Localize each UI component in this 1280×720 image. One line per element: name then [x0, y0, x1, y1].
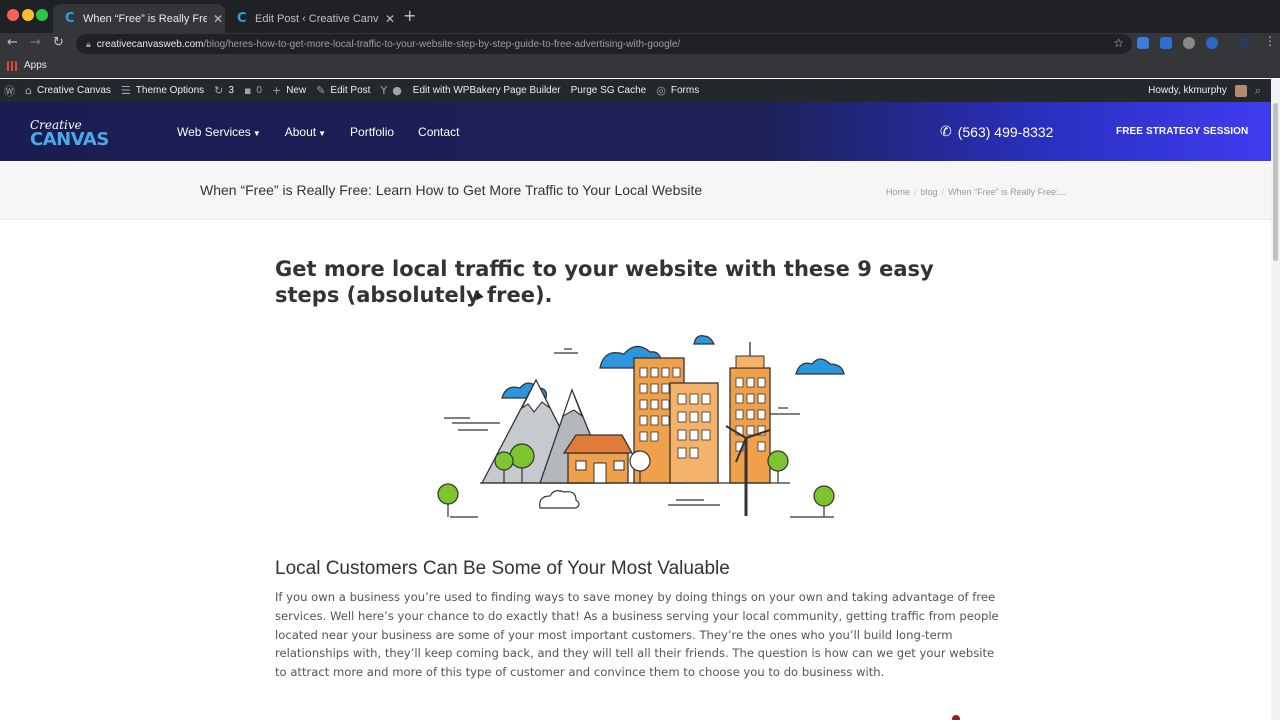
wordpress-logo[interactable]: Ⓦ: [0, 83, 20, 99]
minimize-window-button[interactable]: [22, 9, 34, 21]
updates-icon: ↻: [214, 84, 224, 97]
wp-admin-bar: Ⓦ ⌂ Creative Canvas ☰ Theme Options ↻ 3 …: [0, 79, 1271, 102]
article-heading: Get more local traffic to your website w…: [275, 257, 934, 307]
admin-forms[interactable]: ◎ Forms: [651, 84, 704, 97]
admin-site-name[interactable]: ⌂ Creative Canvas: [20, 84, 116, 97]
seo-status-dot-icon: ●: [392, 84, 402, 97]
admin-theme-options[interactable]: ☰ Theme Options: [116, 84, 209, 97]
forward-arrow-icon[interactable]: →: [30, 35, 41, 50]
close-tab-icon[interactable]: ✕: [385, 12, 395, 26]
page-title: When “Free” is Really Free: Learn How to…: [200, 182, 703, 198]
nav-about[interactable]: About ▼: [285, 125, 326, 139]
site-logo[interactable]: Creative CANVAS: [30, 119, 109, 149]
scrollbar-thumb[interactable]: [1273, 103, 1278, 261]
updates-count: 3: [228, 85, 234, 96]
new-label: New: [286, 85, 307, 96]
theme-options-label: Theme Options: [135, 85, 205, 96]
page-title-bar: When “Free” is Really Free: Learn How to…: [0, 161, 1271, 220]
apps-label: Apps: [24, 60, 47, 71]
maximize-window-button[interactable]: [36, 9, 48, 21]
forms-label: Forms: [670, 85, 700, 96]
section-heading: Local Customers Can Be Some of Your Most…: [275, 558, 730, 579]
admin-comments[interactable]: ▪ 0: [239, 84, 267, 97]
dashboard-icon: ⌂: [25, 84, 32, 97]
admin-yoast[interactable]: Y ●: [375, 84, 406, 97]
nav-portfolio[interactable]: Portfolio: [350, 125, 394, 139]
admin-updates[interactable]: ↻ 3: [209, 84, 239, 97]
site-name-label: Creative Canvas: [36, 85, 111, 96]
phone-icon: ✆: [940, 124, 952, 140]
creative-canvas-favicon-icon: C: [237, 11, 247, 26]
nav-label: Portfolio: [350, 125, 395, 139]
nav-contact[interactable]: Contact: [418, 125, 459, 139]
url-path: /blog/heres-how-to-get-more-local-traffi…: [203, 38, 681, 50]
body-paragraph: If you own a business you’re used to fin…: [275, 590, 999, 680]
nav-label: Contact: [418, 125, 460, 139]
yoast-icon: Y: [380, 84, 388, 97]
admin-new[interactable]: + New: [267, 84, 311, 97]
admin-purge-cache[interactable]: Purge SG Cache: [566, 85, 652, 96]
browser-tab-article[interactable]: C When “Free” is Really Free: Learn ✕: [53, 4, 225, 33]
browser-tab-edit-post[interactable]: C Edit Post ‹ Creative Canvas — W ✕: [225, 4, 397, 33]
city-illustration: [437, 335, 845, 518]
browser-toolbar: ← → ↻ 🔒︎ creativecanvasweb.com /blog/her…: [0, 33, 1280, 55]
floating-indicator-icon: [952, 715, 960, 720]
page-scrollbar[interactable]: [1271, 79, 1280, 720]
close-tab-icon[interactable]: ✕: [213, 12, 223, 26]
url-domain: creativecanvasweb.com: [96, 38, 204, 50]
plus-icon: +: [271, 84, 282, 97]
profile-avatar-icon[interactable]: [1238, 37, 1250, 49]
free-strategy-session-button[interactable]: FREE STRATEGY SESSION: [1116, 126, 1248, 137]
apps-bookmark[interactable]: Apps: [7, 60, 47, 71]
logo-bottom-text: CANVAS: [30, 129, 109, 150]
forms-icon: ◎: [656, 84, 666, 97]
breadcrumb-blog[interactable]: blog: [921, 187, 938, 197]
close-window-button[interactable]: [7, 9, 19, 21]
address-bar[interactable]: 🔒︎ creativecanvasweb.com /blog/heres-how…: [76, 34, 1132, 54]
breadcrumb-home[interactable]: Home: [886, 187, 910, 197]
back-arrow-icon[interactable]: ←: [7, 35, 18, 50]
admin-edit-post[interactable]: ✎ Edit Post: [311, 84, 375, 97]
nav-label: Web Services: [177, 125, 251, 139]
wordpress-icon: Ⓦ: [4, 84, 15, 98]
browser-menu-icon[interactable]: ⋮: [1264, 34, 1276, 48]
nav-web-services[interactable]: Web Services ▼: [177, 125, 261, 139]
creative-canvas-favicon-icon: C: [65, 11, 75, 26]
comments-count: 0: [256, 85, 262, 96]
extension-icon[interactable]: [1206, 37, 1218, 49]
search-icon[interactable]: ⌕: [1255, 84, 1261, 98]
browser-tab-bar: C When “Free” is Really Free: Learn ✕ C …: [0, 0, 1280, 33]
breadcrumb-current: When “Free” is Really Free:...: [948, 187, 1067, 197]
breadcrumb: Home / blog / When “Free” is Really Free:...: [886, 187, 1067, 197]
extension-icon[interactable]: [1183, 37, 1195, 49]
sliders-icon: ☰: [120, 84, 131, 97]
extension-icon[interactable]: [1137, 37, 1149, 49]
edit-post-label: Edit Post: [330, 85, 371, 96]
tab-title: Edit Post ‹ Creative Canvas — W: [255, 12, 379, 25]
apps-grid-icon: [7, 60, 17, 71]
site-header: Creative CANVAS Web Services ▼ About ▼ Por…: [0, 102, 1271, 161]
tab-title: When “Free” is Really Free: Learn: [83, 12, 207, 25]
phone-number: (563) 499-8332: [957, 124, 1054, 140]
extension-icon[interactable]: [1160, 37, 1172, 49]
nav-label: About: [284, 125, 317, 139]
bookmarks-bar: Apps: [0, 55, 1280, 78]
bookmark-star-icon[interactable]: ☆: [1113, 36, 1124, 50]
comment-icon: ▪: [243, 84, 252, 97]
admin-wpbakery[interactable]: Edit with WPBakery Page Builder: [407, 85, 566, 96]
avatar[interactable]: [1234, 84, 1247, 97]
chevron-down-icon: ▼: [252, 129, 261, 138]
lock-icon: 🔒︎: [86, 38, 91, 49]
howdy-user[interactable]: Howdy, kkmurphy: [1148, 85, 1227, 96]
pencil-icon: ✎: [316, 84, 326, 97]
phone-link[interactable]: ✆ (563) 499-8332: [940, 124, 1053, 140]
reload-icon[interactable]: ↻: [53, 35, 64, 50]
new-tab-button[interactable]: +: [403, 6, 416, 25]
wpbakery-label: Edit with WPBakery Page Builder: [412, 85, 561, 96]
main-nav: Web Services ▼ About ▼ Portfolio Contact: [177, 125, 459, 139]
chevron-down-icon: ▼: [318, 129, 327, 138]
purge-label: Purge SG Cache: [570, 85, 647, 96]
